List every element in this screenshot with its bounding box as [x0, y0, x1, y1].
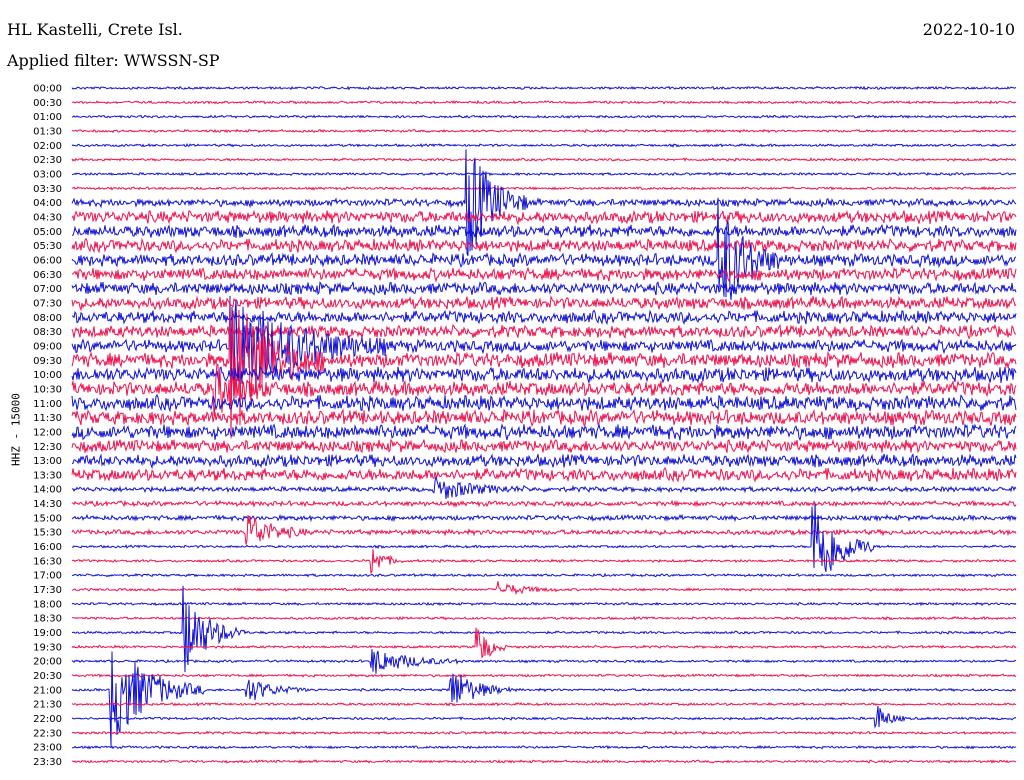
time-label: 09:30: [33, 356, 62, 367]
time-label: 05:00: [33, 227, 62, 238]
trace-2030: [71, 673, 1017, 678]
time-label: 06:00: [33, 255, 62, 266]
trace-2230: [71, 730, 1017, 736]
time-label: 00:30: [33, 98, 62, 109]
time-label: 19:00: [33, 628, 62, 639]
time-label: 01:30: [33, 126, 62, 137]
trace-1330: [71, 467, 1017, 483]
trace-1830: [71, 615, 1017, 621]
trace-0500: [71, 223, 1017, 239]
time-label: 07:00: [33, 284, 62, 295]
time-label: 15:00: [33, 513, 62, 524]
time-label: 18:00: [33, 599, 62, 610]
trace-1200: [71, 422, 1017, 442]
trace-0330: [71, 185, 1017, 191]
trace-0900: [71, 295, 1017, 401]
time-label: 15:30: [33, 528, 62, 539]
trace-2130: [71, 701, 1017, 707]
time-label: 23:30: [33, 757, 62, 768]
time-label: 02:00: [33, 141, 62, 152]
time-label: 23:00: [33, 743, 62, 754]
trace-1800: [71, 601, 1017, 607]
trace-0730: [71, 294, 1017, 312]
time-label: 17:30: [33, 585, 62, 596]
trace-2000: [71, 649, 1017, 674]
time-label: 11:00: [33, 399, 62, 410]
trace-1400: [71, 476, 1017, 500]
time-label: 14:30: [33, 499, 62, 510]
time-label: 06:30: [33, 270, 62, 281]
trace-0100: [71, 114, 1017, 119]
time-label: 20:30: [33, 671, 62, 682]
trace-1700: [72, 572, 1017, 578]
time-label: 21:00: [33, 685, 62, 696]
time-label: 17:00: [33, 571, 62, 582]
time-label: 12:30: [33, 442, 62, 453]
time-label: 21:30: [33, 700, 62, 711]
trace-1630: [71, 549, 1017, 575]
trace-1300: [71, 453, 1017, 470]
time-label: 13:30: [33, 470, 62, 481]
trace-0700: [71, 281, 1017, 297]
trace-1430: [71, 499, 1017, 508]
time-label: 03:30: [33, 184, 62, 195]
time-label: 14:00: [33, 485, 62, 496]
time-label: 10:30: [33, 384, 62, 395]
trace-0000: [71, 85, 1017, 91]
trace-0830: [71, 323, 1017, 340]
time-label: 01:00: [33, 112, 62, 123]
time-label: 13:00: [33, 456, 62, 467]
trace-0430: [71, 209, 1017, 226]
trace-2200: [71, 705, 1017, 729]
time-label: 07:30: [33, 298, 62, 309]
trace-0230: [71, 157, 1017, 162]
time-label: 22:30: [33, 728, 62, 739]
time-label: 16:00: [33, 542, 62, 553]
time-label: 10:00: [33, 370, 62, 381]
time-label: 08:00: [33, 313, 62, 324]
time-label: 09:00: [33, 341, 62, 352]
trace-1730: [71, 581, 1017, 596]
time-label: 16:30: [33, 556, 62, 567]
time-label: 22:00: [33, 714, 62, 725]
trace-0200: [71, 142, 1017, 148]
time-label: 05:30: [33, 241, 62, 252]
time-label: 04:30: [33, 212, 62, 223]
trace-1900: [71, 585, 1017, 673]
time-label: 08:30: [33, 327, 62, 338]
trace-0030: [71, 99, 1017, 105]
trace-2330: [71, 759, 1016, 764]
time-label: 11:30: [33, 413, 62, 424]
trace-0130: [71, 128, 1017, 134]
time-label: 12:00: [33, 427, 62, 438]
time-label: 19:30: [33, 642, 62, 653]
trace-1530: [71, 514, 1017, 545]
trace-1230: [71, 438, 1017, 454]
time-label: 03:00: [33, 169, 62, 180]
trace-0400: [71, 149, 1017, 256]
time-label: 18:30: [33, 614, 62, 625]
trace-2300: [71, 744, 1017, 750]
trace-0630: [71, 266, 1017, 283]
trace-0530: [71, 237, 1017, 254]
trace-0300: [71, 171, 1017, 177]
time-label: 04:00: [33, 198, 62, 209]
time-label: 02:30: [33, 155, 62, 166]
trace-1000: [71, 366, 1017, 384]
seismogram-plot: 00:00 00:30 01:00 01:30 02:00 02:30 03:00 03:30…: [33, 84, 1017, 768]
time-label: 00:00: [33, 84, 62, 95]
trace-0800: [71, 309, 1017, 326]
time-label: 20:00: [33, 657, 62, 668]
trace-1500: [71, 513, 1017, 523]
